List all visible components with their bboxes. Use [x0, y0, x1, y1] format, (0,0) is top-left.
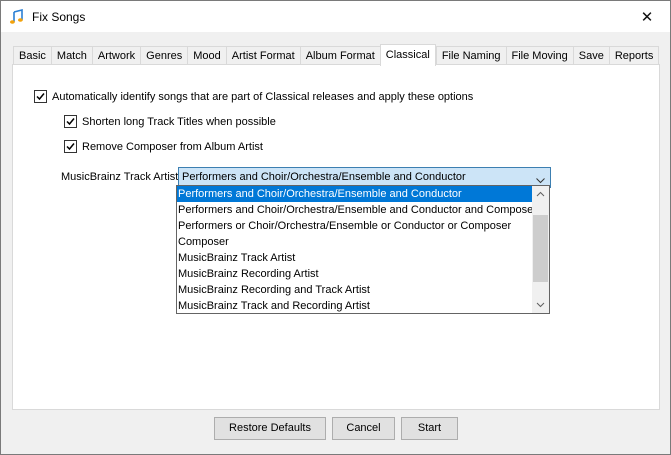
dropdown-scrollbar[interactable]: [532, 186, 549, 313]
dropdown-option[interactable]: MusicBrainz Recording Artist: [177, 266, 532, 282]
scroll-up-button[interactable]: [532, 186, 549, 203]
shorten-titles-option[interactable]: Shorten long Track Titles when possible: [64, 115, 276, 128]
tab-classical[interactable]: Classical: [379, 44, 436, 66]
remove-composer-option[interactable]: Remove Composer from Album Artist: [64, 140, 263, 153]
track-artist-dropdown-list: Performers and Choir/Orchestra/Ensemble …: [176, 185, 550, 314]
auto-identify-checkbox[interactable]: [34, 90, 47, 103]
dropdown-option[interactable]: Performers or Choir/Orchestra/Ensemble o…: [177, 218, 532, 234]
title-bar: Fix Songs ✕: [1, 1, 670, 32]
shorten-titles-label: Shorten long Track Titles when possible: [82, 115, 276, 128]
auto-identify-label: Automatically identify songs that are pa…: [52, 90, 474, 103]
scroll-thumb[interactable]: [533, 215, 548, 282]
chevron-down-icon: [536, 302, 545, 308]
track-artist-selected-value: Performers and Choir/Orchestra/Ensemble …: [182, 171, 466, 183]
checkmark-icon: [66, 143, 75, 151]
close-icon: ✕: [640, 8, 654, 26]
music-note-icon: [9, 8, 25, 25]
checkmark-icon: [66, 118, 75, 126]
checkmark-icon: [36, 93, 45, 101]
dropdown-option[interactable]: MusicBrainz Track and Recording Artist: [177, 298, 532, 314]
remove-composer-label: Remove Composer from Album Artist: [82, 140, 263, 153]
track-artist-label: MusicBrainz Track Artist:: [61, 171, 182, 183]
close-button[interactable]: ✕: [624, 1, 670, 32]
window-title: Fix Songs: [32, 10, 86, 24]
dropdown-option[interactable]: Performers and Choir/Orchestra/Ensemble …: [177, 186, 532, 202]
start-button[interactable]: Start: [401, 417, 458, 440]
dropdown-options: Performers and Choir/Orchestra/Ensemble …: [177, 186, 537, 314]
dropdown-option[interactable]: Composer: [177, 234, 532, 250]
restore-defaults-button[interactable]: Restore Defaults: [214, 417, 326, 440]
cancel-button[interactable]: Cancel: [332, 417, 395, 440]
remove-composer-checkbox[interactable]: [64, 140, 77, 153]
dropdown-option[interactable]: Performers and Choir/Orchestra/Ensemble …: [177, 202, 537, 218]
dropdown-option[interactable]: MusicBrainz Recording and Track Artist: [177, 282, 532, 298]
auto-identify-option[interactable]: Automatically identify songs that are pa…: [34, 90, 473, 103]
tab-bar: Basic Match Artwork Genres Mood Artist F…: [13, 44, 660, 67]
shorten-titles-checkbox[interactable]: [64, 115, 77, 128]
chevron-up-icon: [536, 191, 545, 197]
dropdown-option[interactable]: MusicBrainz Track Artist: [177, 250, 532, 266]
scroll-down-button[interactable]: [532, 296, 549, 313]
